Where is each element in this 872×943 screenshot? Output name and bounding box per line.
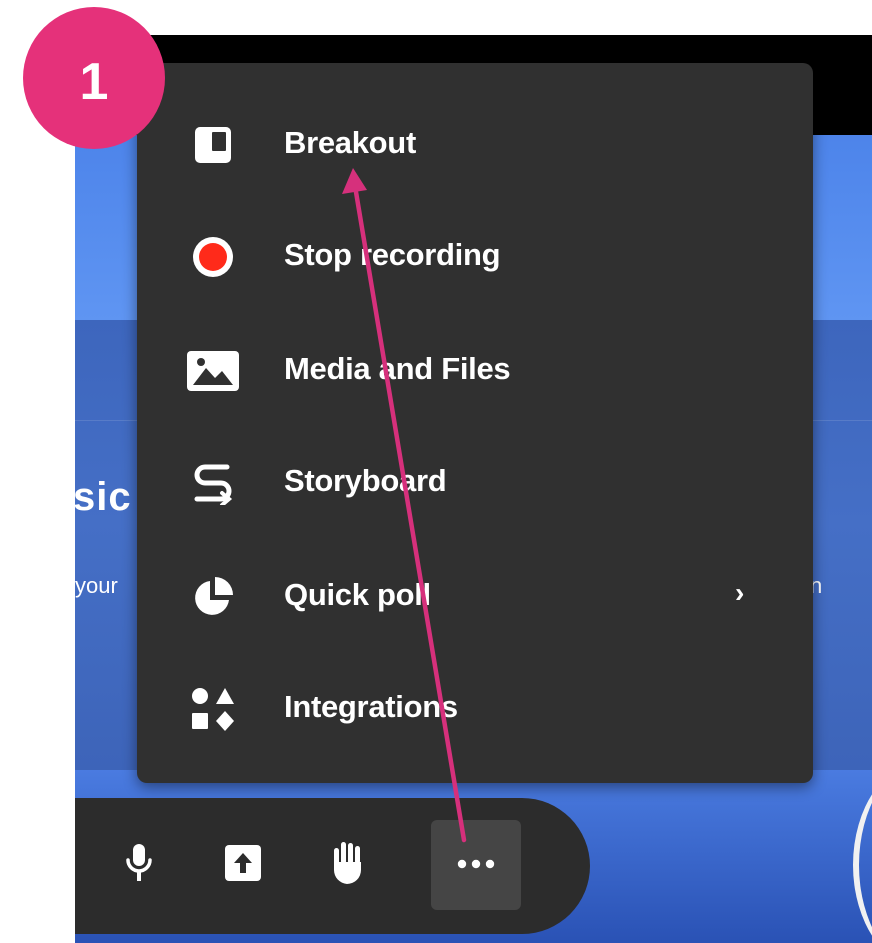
raise-hand-button[interactable] xyxy=(303,820,393,910)
microphone-button[interactable] xyxy=(94,820,184,910)
menu-item-label: Stop recording xyxy=(284,237,501,272)
menu-item-stop-recording[interactable]: Stop recording xyxy=(137,211,813,303)
breakout-icon xyxy=(187,123,239,167)
menu-item-label: Integrations xyxy=(284,689,458,724)
more-options-button[interactable] xyxy=(431,820,521,910)
share-button[interactable] xyxy=(198,820,288,910)
menu-item-label: Quick poll xyxy=(284,577,431,612)
image-icon xyxy=(187,349,239,393)
record-icon xyxy=(187,235,239,279)
menu-item-quick-poll[interactable]: Quick poll › xyxy=(137,551,813,643)
chevron-right-icon: › xyxy=(735,577,745,608)
menu-item-storyboard[interactable]: Storyboard xyxy=(137,437,813,529)
hand-icon xyxy=(328,840,368,891)
menu-item-breakout[interactable]: Breakout xyxy=(137,99,813,191)
microphone-icon xyxy=(124,842,154,889)
step-badge: 1 xyxy=(23,7,165,149)
shapes-icon xyxy=(187,687,239,731)
background-subtitle-left: your xyxy=(75,573,118,598)
step-number: 1 xyxy=(79,53,109,111)
background-title-fragment: sic xyxy=(75,475,132,519)
menu-item-media-and-files[interactable]: Media and Files xyxy=(137,325,813,417)
menu-item-label: Breakout xyxy=(284,125,416,160)
menu-item-label: Storyboard xyxy=(284,463,447,498)
more-options-menu: Breakout Stop recording Media and Files xyxy=(137,63,813,783)
storyboard-icon xyxy=(187,461,239,505)
more-dots-icon xyxy=(456,856,496,874)
share-upload-icon xyxy=(223,843,263,888)
menu-item-label: Media and Files xyxy=(284,351,511,386)
menu-item-integrations[interactable]: Integrations xyxy=(137,663,813,755)
meeting-toolbar xyxy=(75,798,590,934)
pie-chart-icon xyxy=(187,575,239,619)
